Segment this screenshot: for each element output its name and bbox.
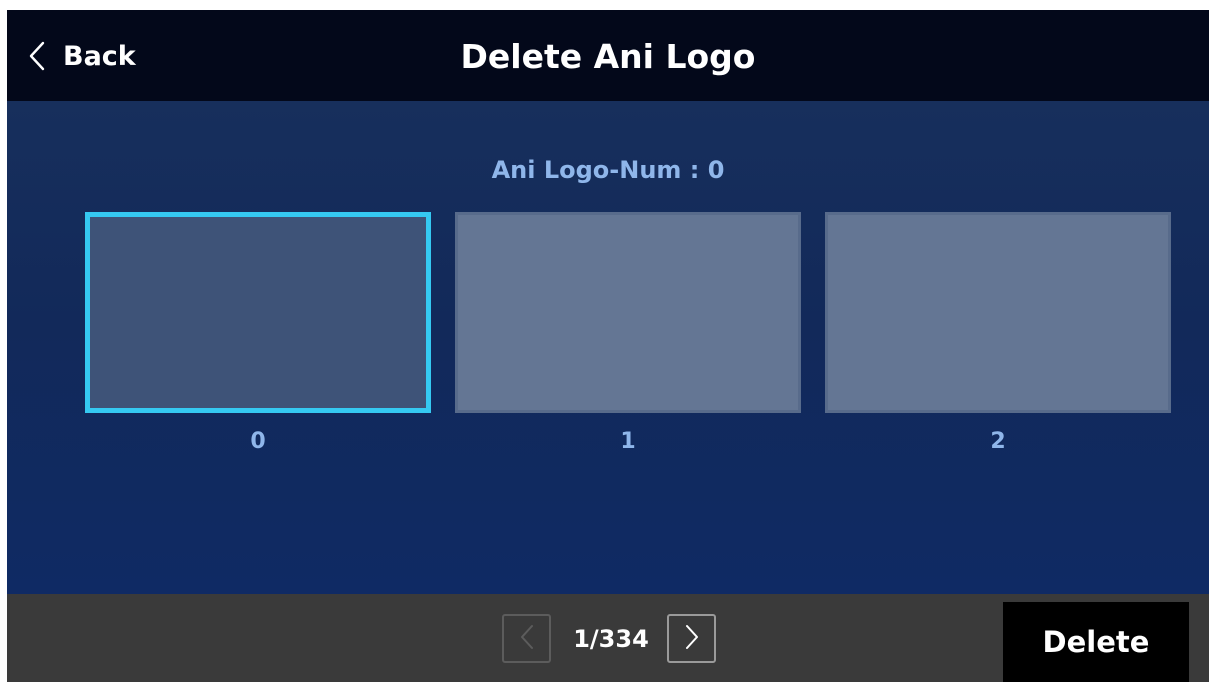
chevron-left-icon (29, 41, 45, 71)
logo-slot-0[interactable] (85, 212, 431, 413)
page-indicator: 1/334 (573, 625, 649, 653)
slot-label-2: 2 (990, 429, 1006, 454)
footer-bar: 1/334 Delete (7, 594, 1209, 682)
screen: Delete Ani Logo Back Ani Logo-Num : 0 0 … (7, 10, 1209, 682)
chevron-right-icon (685, 624, 699, 654)
logo-num-indicator: Ani Logo-Num : 0 (491, 156, 725, 184)
prev-page-button[interactable] (502, 614, 551, 663)
page-title: Delete Ani Logo (460, 37, 756, 76)
back-button[interactable]: Back (29, 34, 136, 78)
logo-browser: Ani Logo-Num : 0 0 1 2 (7, 101, 1209, 594)
header-bar: Delete Ani Logo Back (7, 10, 1209, 101)
chevron-left-icon (520, 624, 534, 654)
back-label: Back (63, 40, 136, 72)
slot-label-0: 0 (250, 429, 266, 454)
slot-label-1: 1 (620, 429, 636, 454)
logo-slot-2[interactable] (825, 212, 1171, 413)
logo-slot-1[interactable] (455, 212, 801, 413)
delete-button[interactable]: Delete (1003, 602, 1189, 682)
next-page-button[interactable] (667, 614, 716, 663)
